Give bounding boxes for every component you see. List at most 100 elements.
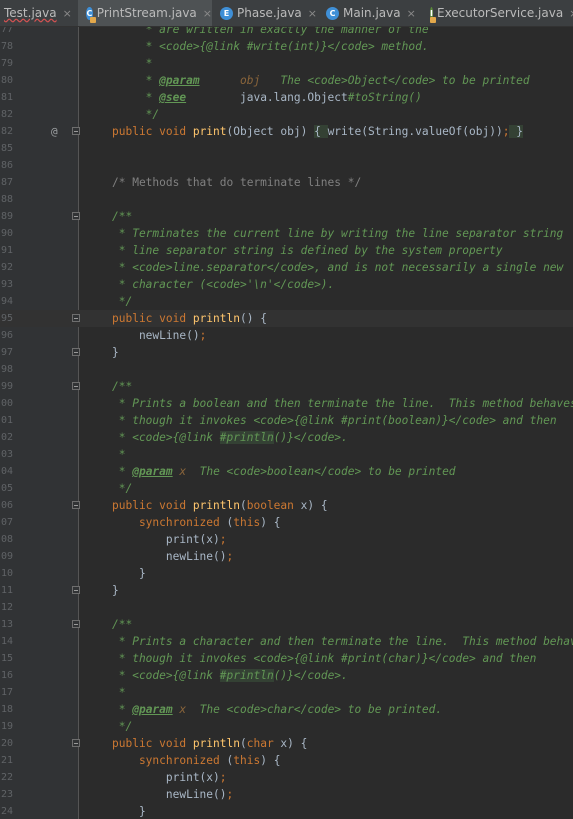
tab-printstream-java[interactable]: C PrintStream.java × (78, 0, 212, 26)
code-line[interactable]: 13 /** (0, 616, 573, 633)
code-token: print(x) (112, 533, 220, 546)
line-number: 03 (0, 449, 13, 460)
code-token: } (112, 584, 119, 597)
code-line[interactable]: 23 newLine(); (0, 786, 573, 803)
tab-main-java[interactable]: C Main.java × (318, 0, 422, 26)
line-number: 01 (0, 415, 13, 426)
code-line[interactable]: 85 (0, 140, 573, 157)
fold-marker-icon[interactable] (72, 212, 80, 220)
code-token: (obj)) (462, 125, 503, 138)
fold-marker-icon[interactable] (72, 739, 80, 747)
code-text: * character (<code>'\n'</code>). (112, 276, 335, 293)
fold-marker-icon[interactable] (72, 127, 80, 135)
code-line[interactable]: 80 * @param obj The <code>Object</code> … (0, 72, 573, 89)
tab-executorservice-java[interactable]: IExecutorService.java × (422, 0, 573, 26)
code-token: #print(boolean)}</code> and then (334, 414, 557, 427)
code-line[interactable]: 10 } (0, 565, 573, 582)
code-line[interactable]: 20 public void println(char x) { (0, 735, 573, 752)
close-tab-icon[interactable]: × (407, 7, 416, 20)
code-token: */ (112, 295, 133, 308)
code-token: ; (219, 533, 227, 546)
code-line[interactable]: 18 * @param x The <code>char</code> to b… (0, 701, 573, 718)
code-line[interactable]: 93 * character (<code>'\n'</code>). (0, 276, 573, 293)
code-line[interactable]: 82 @ public void print(Object obj) { write… (0, 123, 573, 140)
code-line[interactable]: 14 * Prints a character and then termina… (0, 633, 573, 650)
fold-marker-icon[interactable] (72, 314, 80, 322)
close-tab-icon[interactable]: × (569, 7, 573, 20)
code-text: * @param x The <code>char</code> to be p… (112, 701, 442, 718)
code-line[interactable]: 01 * though it invokes <code>{@link #pri… (0, 412, 573, 429)
code-line[interactable]: 04 * @param x The <code>boolean</code> t… (0, 463, 573, 480)
fold-marker-icon[interactable] (72, 620, 80, 628)
code-line[interactable]: 86 (0, 157, 573, 174)
code-line[interactable]: 77 * are written in exactly the manner o… (0, 27, 573, 38)
fold-marker-icon[interactable] (72, 586, 80, 594)
code-line[interactable]: 00 * Prints a boolean and then terminate… (0, 395, 573, 412)
code-line[interactable]: 21 synchronized (this) { (0, 752, 573, 769)
fold-marker-icon[interactable] (72, 348, 80, 356)
code-line[interactable]: 79 * (0, 55, 573, 72)
code-line[interactable]: 02 * <code>{@link #println()}</code>. (0, 429, 573, 446)
code-line[interactable]: 19 */ (0, 718, 573, 735)
code-line[interactable]: 82 */ (0, 106, 573, 123)
code-token: { (314, 125, 328, 138)
code-line[interactable]: 89 /** (0, 208, 573, 225)
code-line[interactable]: 81 * @see java.lang.Object#toString() (0, 89, 573, 106)
code-line[interactable]: 24 } (0, 803, 573, 819)
code-line[interactable]: 11} (0, 582, 573, 599)
code-text: */ (112, 293, 132, 310)
code-line[interactable]: 94 */ (0, 293, 573, 310)
fold-marker-icon[interactable] (72, 382, 80, 390)
code-token: * are written in exactly the manner of t… (112, 27, 429, 36)
code-line[interactable]: 06 public void println(boolean x) { (0, 497, 573, 514)
code-token: ( (239, 737, 247, 750)
code-text: synchronized (this) { (112, 514, 281, 531)
code-line[interactable]: 16 * <code>{@link #println()}</code>. (0, 667, 573, 684)
code-token: {@link (293, 414, 335, 427)
code-line[interactable]: 97} (0, 344, 573, 361)
code-line[interactable]: 95 public void println() { (0, 310, 573, 327)
code-line[interactable]: 17 * (0, 684, 573, 701)
code-token: ) { (260, 516, 281, 529)
line-number: 89 (0, 211, 13, 222)
line-number: 12 (0, 602, 13, 613)
code-line[interactable]: 07 synchronized (this) { (0, 514, 573, 531)
code-line[interactable]: 12 (0, 599, 573, 616)
code-token: * though it invokes <code> (112, 414, 294, 427)
code-line[interactable]: 91 * line separator string is defined by… (0, 242, 573, 259)
close-tab-icon[interactable]: × (308, 7, 317, 20)
code-line[interactable]: 05 */ (0, 480, 573, 497)
line-number: 09 (0, 551, 13, 562)
code-line[interactable]: 98 (0, 361, 573, 378)
code-text: * though it invokes <code>{@link #print(… (112, 650, 537, 667)
code-line[interactable]: 09 newLine(); (0, 548, 573, 565)
code-line[interactable]: 78 * <code>{@link #write(int)}</code> me… (0, 38, 573, 55)
code-line[interactable]: 92 * <code>line.separator</code>, and is… (0, 259, 573, 276)
code-line[interactable]: 96 newLine(); (0, 327, 573, 344)
code-line[interactable]: 08 print(x); (0, 531, 573, 548)
code-line[interactable]: 88 (0, 191, 573, 208)
close-tab-icon[interactable]: × (63, 7, 72, 20)
code-line[interactable]: 03 * (0, 446, 573, 463)
code-token: * Terminates the current line by writing… (112, 227, 564, 240)
code-line[interactable]: 87 /* Methods that do terminate lines */ (0, 174, 573, 191)
code-token: {@link (172, 669, 214, 682)
tab-phase-java[interactable]: E Phase.java × (212, 0, 318, 26)
code-editor[interactable]: 77 * are written in exactly the manner o… (0, 27, 573, 819)
code-line[interactable]: 90 * Terminates the current line by writ… (0, 225, 573, 242)
code-token: x) { (280, 737, 308, 750)
overrides-marker-icon[interactable]: @ (51, 123, 58, 140)
code-line[interactable]: 99 /** (0, 378, 573, 395)
close-tab-icon[interactable]: × (203, 7, 212, 20)
code-line[interactable]: 22 print(x); (0, 769, 573, 786)
tab-label: Phase.java (237, 6, 302, 20)
code-text: * (112, 684, 126, 701)
tab-test-java[interactable]: Test.java × (0, 0, 78, 26)
code-line[interactable]: 15 * though it invokes <code>{@link #pri… (0, 650, 573, 667)
code-token: * though it invokes <code> (112, 652, 294, 665)
code-text: * Prints a boolean and then terminate th… (112, 395, 573, 412)
fold-marker-icon[interactable] (72, 501, 80, 509)
code-text: synchronized (this) { (112, 752, 281, 769)
code-token: boolean (246, 499, 301, 512)
